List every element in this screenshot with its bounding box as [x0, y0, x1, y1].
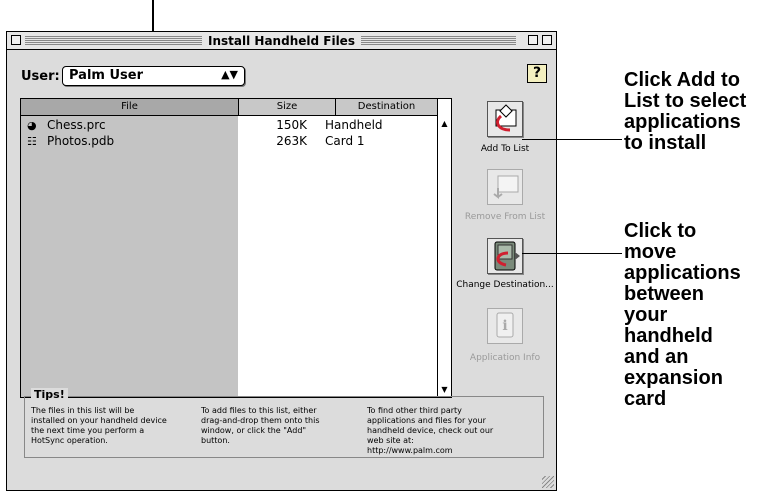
change-destination-label: Change Destination...: [456, 280, 554, 290]
change-destination-button[interactable]: [487, 238, 523, 274]
add-to-list-button[interactable]: [487, 101, 523, 137]
column-header-destination[interactable]: Destination: [336, 99, 438, 116]
document-icon: ☷: [27, 135, 37, 148]
title-bar[interactable]: Install Handheld Files: [7, 32, 556, 50]
tip-third-party: To find other third party applications a…: [367, 406, 494, 455]
file-size: 263K: [276, 134, 307, 148]
file-destination: Handheld: [325, 118, 383, 132]
svg-text:i: i: [502, 318, 507, 334]
file-list[interactable]: File Size Destination ◕ Chess.prc 150K H…: [20, 98, 452, 398]
application-info-label: Application Info: [469, 353, 541, 363]
window-title: Install Handheld Files: [202, 34, 361, 48]
sorted-column-highlight: [21, 116, 238, 397]
vertical-scrollbar[interactable]: ▲ ▼: [437, 116, 451, 397]
column-header-size[interactable]: Size: [239, 99, 336, 116]
change-destination-icon: [494, 241, 520, 271]
scroll-up-arrow-icon[interactable]: ▲: [438, 117, 451, 130]
tips-title: Tips!: [31, 388, 68, 401]
table-row[interactable]: ☷ Photos.pdb 263K Card 1: [21, 134, 435, 149]
column-header-file[interactable]: File: [21, 99, 239, 116]
file-destination: Card 1: [325, 134, 365, 148]
scroll-down-arrow-icon[interactable]: ▼: [438, 383, 451, 396]
app-icon: ◕: [27, 119, 37, 132]
application-info-button[interactable]: i: [487, 308, 523, 344]
file-name: Photos.pdb: [47, 134, 115, 148]
table-row[interactable]: ◕ Chess.prc 150K Handheld: [21, 118, 435, 133]
tip-add-files: To add files to this list, either drag-a…: [201, 406, 320, 445]
file-name: Chess.prc: [47, 118, 106, 132]
up-down-arrows-icon: ▲▼: [221, 68, 238, 81]
help-button[interactable]: ?: [527, 64, 547, 83]
file-size: 150K: [276, 118, 307, 132]
add-to-list-icon: [495, 104, 517, 132]
user-popup-value: Palm User: [69, 68, 144, 83]
remove-from-list-icon: [493, 175, 519, 199]
info-icon: i: [496, 312, 514, 338]
collapse-box[interactable]: [542, 35, 552, 45]
resize-grip[interactable]: [542, 476, 554, 488]
user-popup[interactable]: Palm User ▲▼: [62, 66, 245, 86]
remove-from-list-label: Remove From List: [464, 212, 546, 222]
add-to-list-label: Add To List: [480, 144, 530, 154]
tip-hotsync: The files in this list will be installed…: [31, 406, 167, 445]
user-label: User:: [21, 69, 60, 84]
add-callout-line: [522, 139, 622, 140]
move-callout-line: [522, 253, 622, 254]
zoom-box[interactable]: [528, 35, 538, 45]
move-applications-callout: Click to move applications between your …: [624, 220, 741, 410]
add-to-list-callout: Click Add to List to select applications…: [624, 69, 747, 154]
remove-from-list-button[interactable]: [487, 169, 523, 205]
install-handheld-files-window: Install Handheld Files User: Palm User ▲…: [6, 31, 557, 491]
